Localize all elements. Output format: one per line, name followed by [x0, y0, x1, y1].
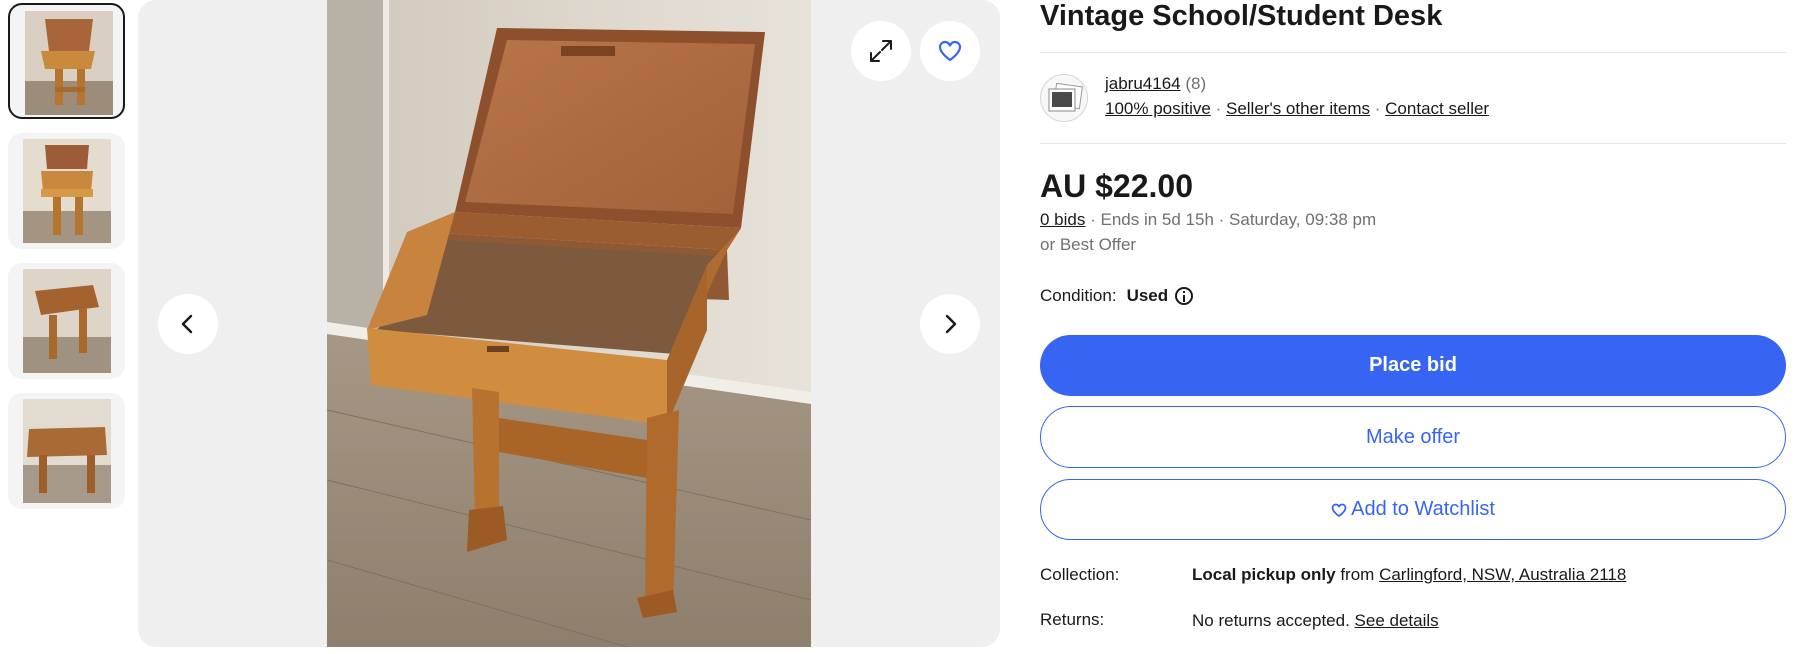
pickup-location-link[interactable]: Carlingford, NSW, Australia 2118: [1379, 565, 1626, 584]
add-to-watchlist-button[interactable]: Add to Watchlist: [1040, 479, 1786, 540]
watch-heart-button[interactable]: [920, 21, 980, 81]
from-text: from: [1340, 565, 1375, 584]
condition-label: Condition:: [1040, 286, 1117, 305]
separator: ·: [1374, 99, 1381, 118]
main-listing-photo: [327, 0, 811, 647]
collection-value: Local pickup only from Carlingford, NSW,…: [1192, 565, 1626, 585]
thumbnail-2[interactable]: [8, 133, 125, 249]
listing-price: AU $22.00: [1040, 168, 1193, 204]
seller-name-row: jabru4164 (8): [1105, 74, 1206, 94]
bids-link[interactable]: 0 bids: [1040, 210, 1085, 229]
desk-thumbnail-image: [23, 139, 111, 243]
listing-title: Vintage School/Student Desk: [1040, 0, 1443, 32]
seller-links-row: 100% positive · Seller's other items · C…: [1105, 99, 1489, 119]
chevron-right-icon: [945, 314, 957, 334]
desk-thumbnail-image: [23, 399, 111, 503]
make-offer-label: Make offer: [1365, 425, 1461, 448]
place-bid-label: Place bid: [1369, 354, 1457, 376]
condition-row: Condition: Used: [1040, 286, 1194, 306]
collection-label: Collection:: [1040, 565, 1120, 584]
seller-other-items-link[interactable]: Seller's other items: [1226, 99, 1370, 118]
thumbnail-strip: [8, 3, 130, 523]
thumbnail-4[interactable]: [8, 393, 125, 509]
see-details-link[interactable]: See details: [1355, 611, 1439, 630]
divider: [1040, 143, 1786, 144]
expand-icon: [870, 40, 892, 62]
returns-policy: No returns accepted.: [1192, 611, 1350, 630]
seller-feedback-count: (8): [1185, 74, 1207, 93]
returns-value: No returns accepted. See details: [1192, 611, 1439, 631]
chevron-left-icon: [181, 314, 193, 334]
heart-icon: [1331, 503, 1347, 517]
auction-end-time: · Ends in 5d 15h · Saturday, 09:38 pm: [1090, 210, 1377, 229]
thumbnail-3[interactable]: [8, 263, 125, 379]
divider: [1040, 52, 1786, 53]
seller-name-link[interactable]: jabru4164: [1105, 74, 1181, 93]
condition-value: Used: [1126, 286, 1169, 305]
pickup-method: Local pickup only: [1192, 565, 1336, 584]
place-bid-button[interactable]: Place bid: [1040, 335, 1786, 396]
make-offer-button[interactable]: Make offer: [1040, 406, 1786, 468]
heart-icon: [938, 40, 962, 62]
image-gallery: [138, 0, 1000, 647]
best-offer-text: or Best Offer: [1040, 235, 1137, 254]
thumbnail-1[interactable]: [8, 3, 125, 119]
previous-image-button[interactable]: [158, 294, 218, 354]
expand-button[interactable]: [851, 21, 911, 81]
separator: ·: [1215, 99, 1222, 118]
bids-row: 0 bids · Ends in 5d 15h · Saturday, 09:3…: [1040, 210, 1376, 230]
watchlist-label: Add to Watchlist: [1351, 498, 1495, 520]
next-image-button[interactable]: [920, 294, 980, 354]
desk-thumbnail-image: [25, 11, 113, 115]
returns-label: Returns:: [1040, 610, 1105, 629]
seller-positive-link[interactable]: 100% positive: [1105, 99, 1211, 118]
desk-thumbnail-image: [23, 269, 111, 373]
photo-stack-icon: [1048, 83, 1083, 112]
info-icon[interactable]: [1175, 287, 1194, 305]
contact-seller-link[interactable]: Contact seller: [1385, 99, 1489, 118]
seller-avatar[interactable]: [1040, 74, 1088, 122]
